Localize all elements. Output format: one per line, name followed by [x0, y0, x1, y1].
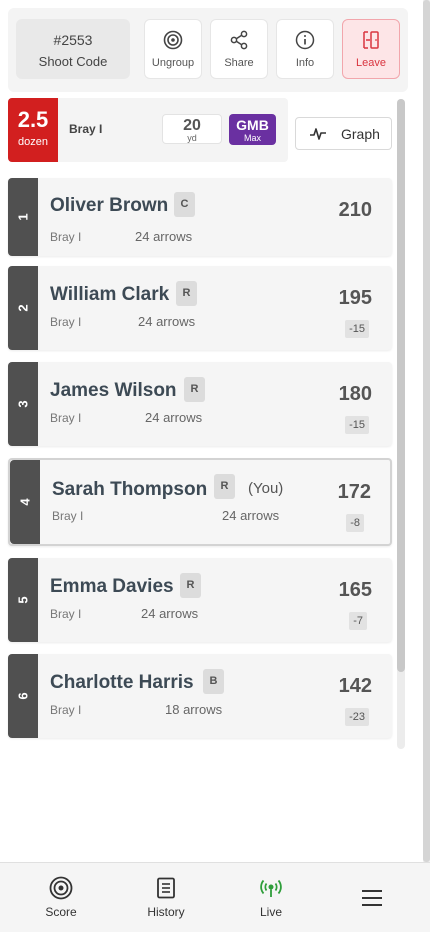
nav-history[interactable]: History	[130, 863, 202, 932]
you-tag: (You)	[248, 480, 284, 497]
graph-icon	[310, 128, 326, 140]
distance-unit: yd	[187, 133, 197, 143]
rank-number: 6	[15, 692, 31, 700]
dozen-value: 2.5	[17, 107, 49, 132]
archer-round: Bray I	[50, 607, 82, 621]
shoot-code-box[interactable]: #2553 Shoot Code	[16, 19, 130, 79]
target-icon	[49, 876, 73, 900]
graph-button[interactable]: Graph	[295, 117, 392, 150]
rank-number: 5	[15, 596, 31, 604]
score-diff: -15	[345, 416, 369, 434]
score-diff: -23	[345, 708, 369, 726]
rank-badge: 3	[8, 362, 38, 446]
score-diff: -15	[345, 320, 369, 338]
nav-score[interactable]: Score	[25, 863, 97, 932]
leaderboard-row[interactable]: 2 William Clark R Bray I 24 arrows 195 -…	[8, 266, 392, 350]
classification-sub: Max	[243, 133, 261, 143]
classification-badge: GMB Max	[229, 114, 276, 145]
rank-badge: 6	[8, 654, 38, 738]
bow-class-badge: C	[174, 192, 195, 217]
page-scrollbar-thumb[interactable]	[423, 0, 430, 862]
share-icon	[230, 30, 248, 50]
archer-name: James Wilson	[50, 380, 177, 401]
arrow-count: 18 arrows	[165, 702, 223, 717]
leave-icon	[363, 31, 379, 49]
archer-name: Charlotte Harris	[50, 672, 194, 693]
nav-score-label: Score	[45, 905, 77, 919]
shoot-code-value: #2553	[53, 32, 93, 48]
archer-name: Oliver Brown	[50, 195, 169, 216]
ungroup-button[interactable]: Ungroup	[144, 19, 202, 79]
archer-score: 195	[338, 287, 372, 309]
archer-score: 180	[338, 383, 372, 405]
page-scrollbar[interactable]	[423, 0, 430, 862]
leaderboard-row[interactable]: 6 Charlotte Harris B Bray I 18 arrows 14…	[8, 654, 392, 738]
archer-name: Emma Davies	[50, 576, 174, 597]
rank-badge: 1	[8, 178, 38, 256]
bow-class-badge: R	[184, 377, 205, 402]
share-button[interactable]: Share	[210, 19, 268, 79]
round-info: 2.5 dozen Bray I 20 yd GMB Max	[8, 98, 288, 162]
arrow-count: 24 arrows	[138, 314, 196, 329]
classification-value: GMB	[236, 117, 269, 133]
archer-round: Bray I	[52, 509, 84, 523]
archer-round: Bray I	[50, 315, 82, 329]
rank-number: 2	[15, 304, 31, 312]
ungroup-label: Ungroup	[151, 57, 195, 69]
rank-number: 3	[15, 400, 31, 408]
leave-label: Leave	[356, 57, 386, 69]
round-name: Bray I	[69, 122, 103, 136]
archer-score: 172	[337, 481, 371, 503]
info-icon	[295, 30, 315, 50]
clipboard-icon	[157, 877, 175, 899]
archer-round: Bray I	[50, 703, 82, 717]
leaderboard-scrollbar-thumb[interactable]	[397, 99, 405, 672]
target-icon	[163, 30, 183, 50]
rank-number: 4	[17, 498, 33, 506]
leaderboard-row[interactable]: 3 James Wilson R Bray I 24 arrows 180 -1…	[8, 362, 392, 446]
rank-number: 1	[15, 213, 31, 221]
arrow-count: 24 arrows	[141, 606, 199, 621]
archer-score: 142	[338, 675, 372, 697]
rank-badge: 2	[8, 266, 38, 350]
nav-live-label: Live	[259, 905, 282, 919]
bow-class-badge: R	[214, 474, 235, 499]
archer-score: 210	[338, 199, 372, 221]
archer-name: Sarah Thompson	[52, 479, 208, 500]
archer-score: 165	[338, 579, 372, 601]
rank-badge: 4	[10, 460, 40, 544]
arrow-count: 24 arrows	[135, 229, 193, 244]
distance-badge: 20 yd	[162, 114, 222, 144]
dozen-badge: 2.5 dozen	[8, 98, 58, 162]
live-broadcast-icon	[260, 879, 282, 897]
nav-live[interactable]: Live	[235, 863, 307, 932]
share-label: Share	[224, 57, 254, 69]
bow-class-badge: R	[180, 573, 201, 598]
info-label: Info	[295, 57, 315, 69]
graph-label: Graph	[341, 126, 380, 142]
shoot-toolbar: #2553 Shoot Code Ungroup Share Info Leav…	[8, 8, 408, 92]
arrow-count: 24 arrows	[145, 410, 203, 425]
shoot-code-label: Shoot Code	[38, 54, 108, 69]
leaderboard-row[interactable]: 1 Oliver Brown C Bray I 24 arrows 210	[8, 178, 392, 256]
archer-name: William Clark	[50, 284, 170, 305]
bottom-nav: Score History Live	[0, 862, 430, 932]
archer-round: Bray I	[50, 411, 82, 425]
nav-history-label: History	[147, 905, 185, 919]
archer-round: Bray I	[50, 230, 82, 244]
bow-class-badge: B	[203, 669, 224, 694]
info-button[interactable]: Info	[276, 19, 334, 79]
nav-menu[interactable]	[340, 863, 404, 932]
leaderboard-row[interactable]: 5 Emma Davies R Bray I 24 arrows 165 -7	[8, 558, 392, 642]
leave-button[interactable]: Leave	[342, 19, 400, 79]
dozen-unit: dozen	[18, 136, 48, 148]
arrow-count: 24 arrows	[222, 508, 280, 523]
menu-icon	[362, 890, 382, 906]
bow-class-badge: R	[176, 281, 197, 306]
rank-badge: 5	[8, 558, 38, 642]
score-diff: -8	[346, 514, 364, 532]
score-diff: -7	[349, 612, 367, 630]
leaderboard-list[interactable]: 1 Oliver Brown C Bray I 24 arrows 210 2 …	[0, 170, 410, 750]
leaderboard-row-you[interactable]: 4 Sarah Thompson R (You) Bray I 24 arrow…	[8, 458, 392, 546]
